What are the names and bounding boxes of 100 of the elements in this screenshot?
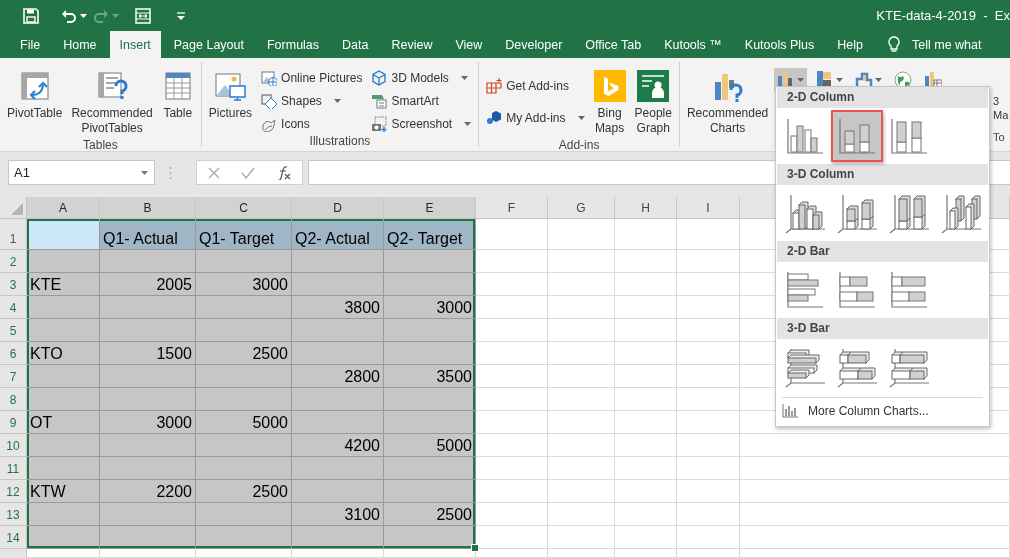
ribbon-tab[interactable]: Insert — [109, 31, 161, 58]
row-header[interactable]: 1 — [0, 219, 27, 250]
column-header[interactable]: H — [615, 197, 677, 219]
row-header[interactable]: 9 — [0, 411, 27, 434]
bar-chart-icon — [784, 269, 826, 311]
row-header[interactable]: 6 — [0, 342, 27, 365]
column-header[interactable]: I — [677, 197, 740, 219]
column-header[interactable]: B — [100, 197, 196, 219]
column-header[interactable]: D — [292, 197, 384, 219]
ribbon-tab[interactable]: Formulas — [256, 31, 330, 58]
ribbon-tab[interactable]: Page Layout — [163, 31, 254, 58]
row-header[interactable]: 14 — [0, 526, 27, 549]
column-chart-icon — [784, 192, 826, 234]
cancel-icon[interactable] — [207, 166, 220, 179]
caret-icon — [333, 99, 341, 103]
ribbon-tab[interactable]: View — [445, 31, 493, 58]
ribbon-tab[interactable]: File — [10, 31, 51, 58]
ribbon-tab[interactable]: Home — [53, 31, 107, 58]
button-label[interactable]: Ma — [993, 108, 1009, 122]
table-cell: 2800 — [292, 365, 384, 388]
table-cell: KTE — [27, 273, 100, 296]
cube-icon — [486, 110, 503, 126]
customize-icon[interactable] — [177, 11, 185, 20]
logo-icon — [593, 70, 626, 102]
bar-chart-icon — [888, 346, 930, 388]
ribbon-button[interactable]: Table — [158, 66, 197, 123]
ribbon-button[interactable]: PivotTable — [4, 66, 66, 123]
row-header[interactable]: 7 — [0, 365, 27, 388]
person-chart-icon — [637, 70, 670, 102]
ribbon-tab[interactable]: Developer — [495, 31, 573, 58]
ribbon-button[interactable]: Shapes — [258, 91, 366, 111]
bar-chart-icon — [888, 269, 930, 311]
column-chart-icon — [888, 192, 930, 234]
ribbon-tab[interactable]: Kutools ™ — [654, 31, 732, 58]
caret-icon — [141, 170, 148, 175]
row-header[interactable]: 10 — [0, 434, 27, 457]
row-header[interactable]: 11 — [0, 457, 27, 480]
column-header[interactable]: E — [384, 197, 476, 219]
group-label: To — [993, 131, 1006, 145]
ribbon-tab[interactable]: Data — [332, 31, 379, 58]
column-header[interactable]: A — [27, 197, 100, 219]
ribbon-button[interactable]: SmartArt — [368, 91, 475, 111]
caret-icon — [797, 78, 805, 82]
ribbon-button[interactable]: My Add-ins — [483, 108, 588, 128]
table-cell: Q1- Actual — [100, 219, 196, 250]
ribbon-button[interactable]: Bing Maps — [590, 66, 629, 138]
button-label[interactable]: 3 — [993, 94, 1000, 108]
column-header[interactable]: F — [476, 197, 548, 219]
tell-me-field[interactable]: Tell me what — [912, 37, 982, 52]
row-header[interactable]: 12 — [0, 480, 27, 503]
ribbon-button[interactable]: Pictures — [205, 66, 256, 123]
name-box[interactable]: A1 — [8, 160, 155, 185]
ribbon-tab[interactable]: Kutools Plus — [734, 31, 825, 58]
bar-chart-icon — [836, 269, 878, 311]
row-header[interactable]: 3 — [0, 273, 27, 296]
check-icon[interactable] — [241, 166, 256, 179]
ribbon-button[interactable]: Screenshot — [368, 114, 475, 134]
ribbon-button[interactable]: Online Pictures — [258, 68, 366, 88]
ribbon-tab[interactable]: Office Tab — [575, 31, 652, 58]
ribbon-button[interactable]: Get Add-ins — [483, 76, 588, 96]
table-cell: 2200 — [100, 480, 196, 503]
column-header[interactable]: C — [196, 197, 292, 219]
more-charts-item[interactable]: More Column Charts... — [782, 404, 929, 418]
table-cell: 2500 — [384, 503, 476, 526]
form-icon[interactable] — [135, 7, 151, 24]
fill-handle[interactable] — [471, 544, 479, 552]
lightbulb-icon — [888, 36, 901, 53]
caret-icon — [80, 13, 87, 18]
section-header: 3-D Bar — [777, 318, 988, 339]
ribbon-button[interactable]: Icons — [258, 114, 366, 134]
ribbon-tab[interactable]: Review — [381, 31, 443, 58]
redo-icon[interactable] — [93, 8, 109, 23]
column-header[interactable]: G — [548, 197, 615, 219]
table-cell: 2500 — [196, 480, 292, 503]
row-header[interactable]: 2 — [0, 250, 27, 273]
grip-icon — [169, 165, 172, 180]
function-icon[interactable] — [277, 165, 292, 180]
section-header: 3-D Column — [777, 164, 988, 185]
row-header[interactable]: 5 — [0, 319, 27, 342]
bar-chart-icon — [836, 346, 878, 388]
row-header[interactable]: 8 — [0, 388, 27, 411]
row-header[interactable]: 4 — [0, 296, 27, 319]
group-label: Add-ins — [557, 138, 601, 152]
table-cell: Q2- Actual — [292, 219, 384, 250]
ribbon-button[interactable]: Recommended Charts — [683, 66, 772, 138]
table-cell: 1500 — [100, 342, 196, 365]
chart-option[interactable] — [831, 110, 883, 162]
ribbon-tab[interactable]: Help — [827, 31, 874, 58]
table-cell: 3500 — [384, 365, 476, 388]
table-cell: Q2- Target — [384, 219, 476, 250]
caret-icon — [875, 78, 883, 82]
ribbon-button[interactable]: People Graph — [631, 66, 675, 138]
globe-picture-icon — [261, 70, 278, 86]
table-cell: 3000 — [196, 273, 292, 296]
save-icon[interactable] — [23, 7, 39, 24]
row-header[interactable]: 13 — [0, 503, 27, 526]
ribbon-button[interactable]: Recommended PivotTables — [68, 66, 156, 138]
ribbon-button[interactable]: 3D Models — [368, 68, 475, 88]
caret-icon — [460, 76, 468, 80]
undo-icon[interactable] — [61, 8, 77, 23]
